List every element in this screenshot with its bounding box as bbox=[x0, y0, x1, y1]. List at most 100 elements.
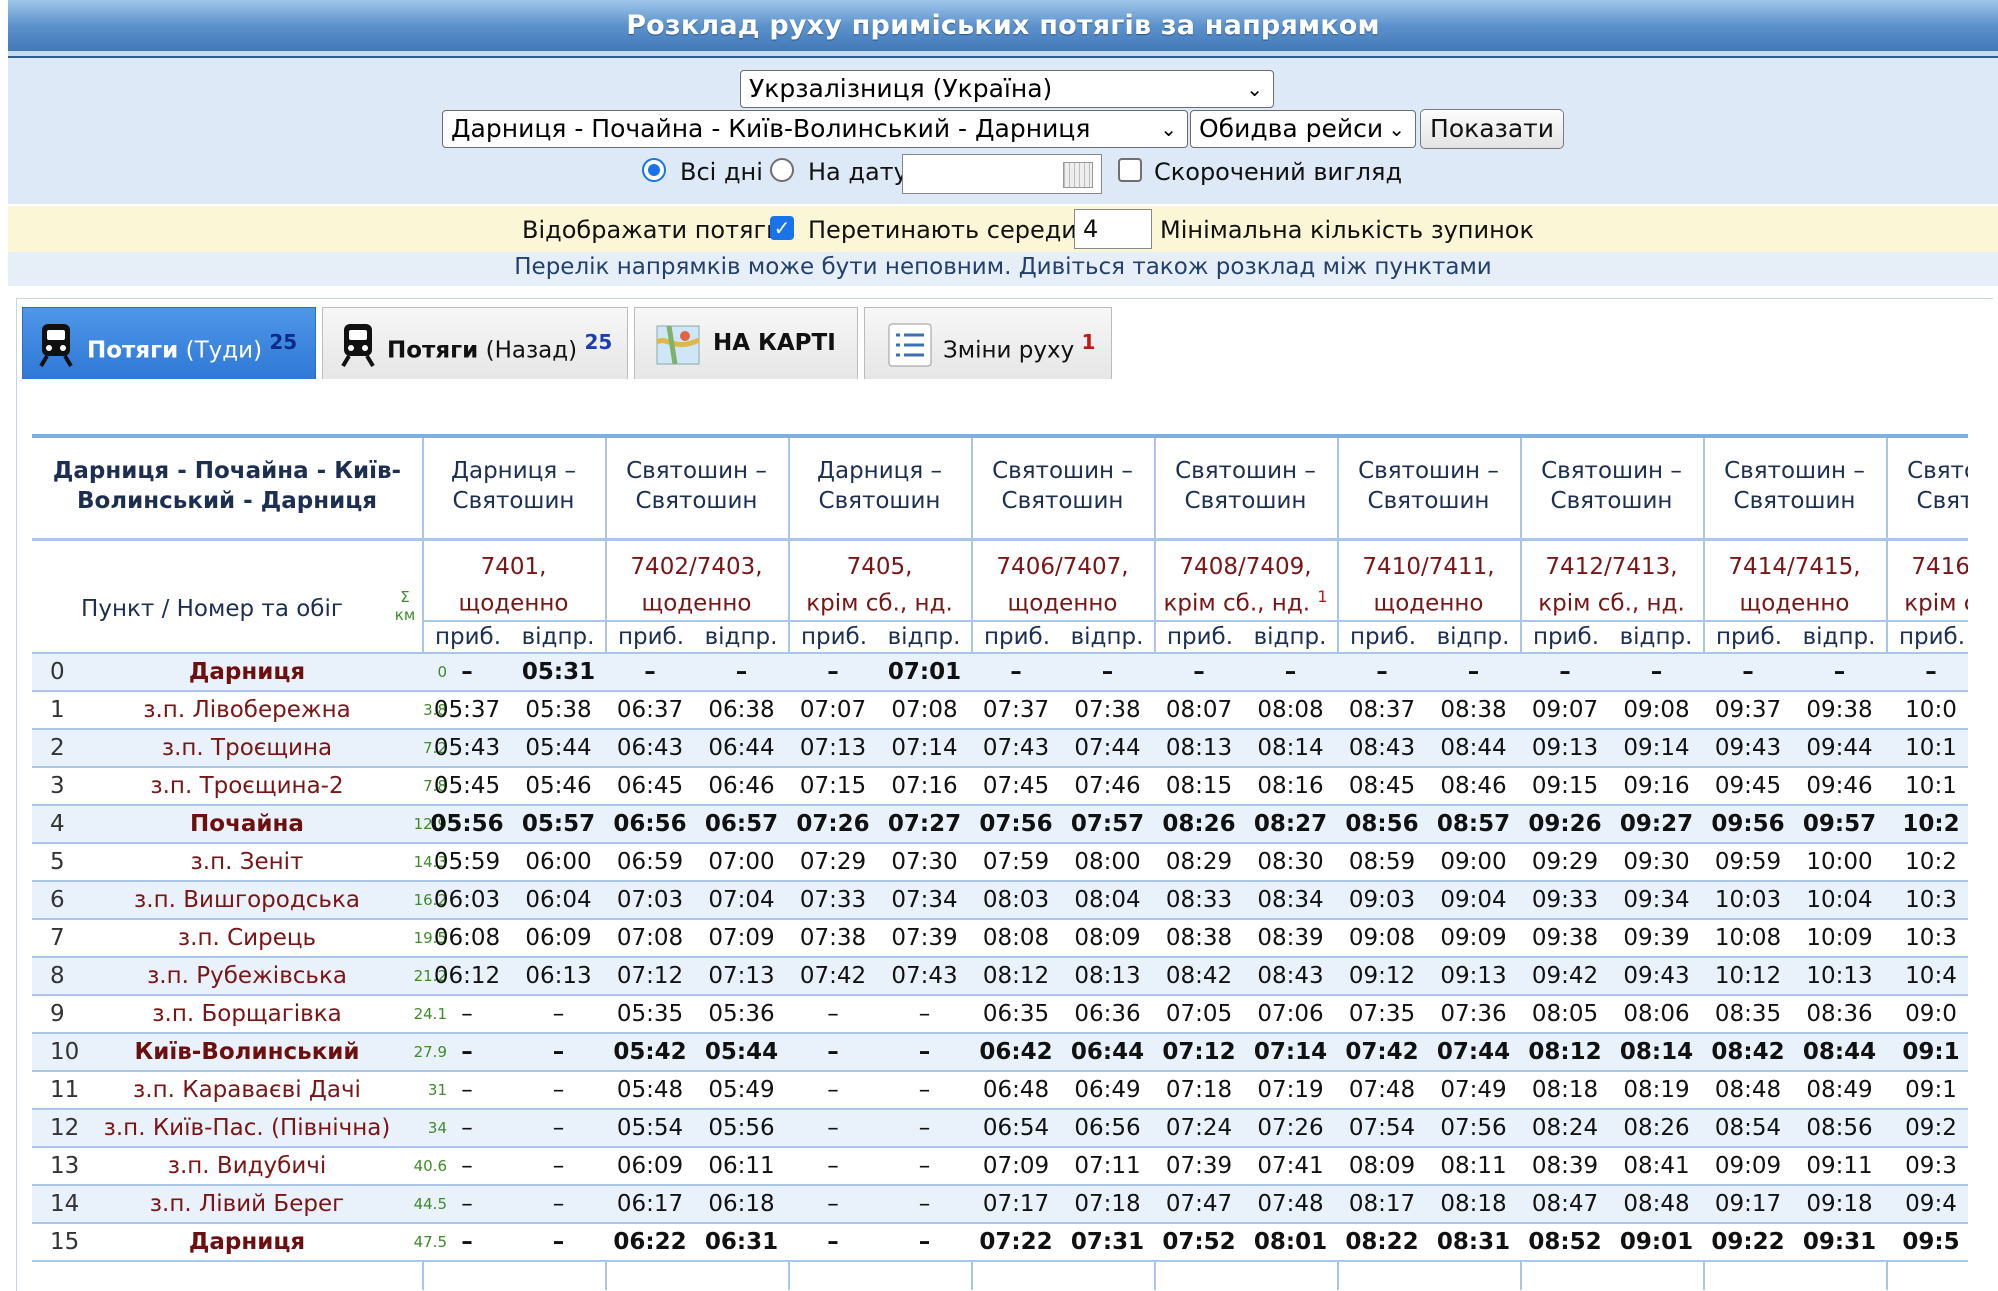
time-cell: 07:29 bbox=[799, 849, 867, 875]
time-cell: 05:56 bbox=[708, 1115, 775, 1141]
time-cell: 07:46 bbox=[1074, 773, 1141, 799]
station-name[interactable]: з.п. Лівий Берег bbox=[92, 1186, 402, 1222]
arrival-header: приб. bbox=[1715, 624, 1783, 650]
train-number[interactable]: 7401, щоденно bbox=[428, 552, 599, 619]
time-cell: – bbox=[552, 1001, 565, 1027]
time-cell: 08:46 bbox=[1440, 773, 1507, 799]
train-route[interactable]: Дарниця – Святошин bbox=[794, 456, 965, 516]
train-days: щоденно bbox=[1739, 590, 1850, 617]
train-days: крім сб., нд. bbox=[1904, 590, 1968, 617]
direction-select[interactable]: Обидва рейси ⌄ bbox=[1190, 110, 1416, 148]
row-index: 1 bbox=[50, 697, 65, 723]
time-cell: – bbox=[1376, 659, 1388, 685]
station-name[interactable]: з.п. Борщагівка bbox=[92, 996, 402, 1032]
table-row: 6 з.п. Вишгородська 16.2 06:03 06:04 07:03 07:… bbox=[32, 882, 1968, 920]
time-cell: 07:42 bbox=[1345, 1039, 1419, 1065]
train-number[interactable]: 7414/7415, щоденно bbox=[1709, 552, 1880, 619]
time-cell: 06:17 bbox=[616, 1191, 684, 1217]
station-name[interactable]: з.п. Рубежівська bbox=[92, 958, 402, 994]
notice-link[interactable]: Перелік напрямків може бути неповним. Ди… bbox=[8, 254, 1998, 280]
table-top-border bbox=[32, 434, 1968, 438]
tab-map[interactable]: НА КАРТІ bbox=[634, 307, 858, 379]
train-route[interactable]: Святошин – Святошин bbox=[977, 456, 1148, 516]
time-cell: 08:18 bbox=[1440, 1191, 1507, 1217]
date-input[interactable] bbox=[902, 154, 1102, 194]
time-cell: 07:24 bbox=[1165, 1115, 1233, 1141]
train-route[interactable]: Святошин – Святошин bbox=[1709, 456, 1880, 516]
station-name[interactable]: з.п. Троєщина-2 bbox=[92, 768, 402, 804]
station-name[interactable]: Дарниця bbox=[92, 1224, 402, 1260]
time-cell: 06:11 bbox=[708, 1153, 775, 1179]
row-index: 0 bbox=[50, 659, 65, 685]
all-days-radio[interactable] bbox=[642, 158, 666, 182]
tab-changes[interactable]: Зміни руху 1 bbox=[864, 307, 1112, 379]
station-name[interactable]: з.п. Київ-Пас. (Північна) bbox=[92, 1110, 402, 1146]
time-cell: 08:44 bbox=[1802, 1039, 1877, 1065]
time-cell: 07:18 bbox=[1074, 1191, 1141, 1217]
time-cell: 09:45 bbox=[1714, 773, 1782, 799]
train-route[interactable]: Святошин – Святошин bbox=[1526, 456, 1697, 516]
railway-select[interactable]: Укрзалізниця (Україна) ⌄ bbox=[740, 70, 1274, 108]
train-route[interactable]: Святошин – Святошин bbox=[1160, 456, 1331, 516]
time-cell: 09:39 bbox=[1623, 925, 1690, 951]
time-cell: – bbox=[827, 1115, 839, 1141]
time-cell: 06:37 bbox=[616, 697, 684, 723]
station-name[interactable]: з.п. Троєщина bbox=[92, 730, 402, 766]
time-cell: – bbox=[461, 1191, 473, 1217]
train-number-value: 7408/7409, bbox=[1179, 554, 1312, 580]
on-date-radio[interactable] bbox=[770, 158, 794, 182]
station-name[interactable]: з.п. Сирець bbox=[92, 920, 402, 956]
time-cell: 07:47 bbox=[1165, 1191, 1233, 1217]
page-title: Розклад руху приміських потягів за напря… bbox=[626, 10, 1380, 41]
train-number[interactable]: 7412/7413, крім сб., нд. bbox=[1526, 552, 1697, 619]
min-stops-input[interactable]: 4 bbox=[1074, 209, 1152, 249]
time-cell: 10:00 bbox=[1806, 849, 1873, 875]
train-number[interactable]: 7405, крім сб., нд. bbox=[794, 552, 965, 619]
time-cell: 07:09 bbox=[708, 925, 775, 951]
station-name[interactable]: з.п. Лівобережна bbox=[92, 692, 402, 728]
tab-trains-back[interactable]: Потяги (Назад) 25 bbox=[322, 307, 628, 379]
station-name[interactable]: з.п. Караваєві Дачі bbox=[92, 1072, 402, 1108]
station-name[interactable]: з.п. Зеніт bbox=[92, 844, 402, 880]
time-cell: 08:14 bbox=[1257, 735, 1324, 761]
time-cell: 08:38 bbox=[1165, 925, 1233, 951]
time-cell: 06:00 bbox=[525, 849, 592, 875]
time-cell: 07:16 bbox=[891, 773, 958, 799]
station-name[interactable]: з.п. Вишгородська bbox=[92, 882, 402, 918]
tab-trains-forward[interactable]: Потяги (Туди) 25 bbox=[22, 307, 316, 379]
arrival-header: приб. bbox=[617, 624, 685, 650]
time-cell: 05:46 bbox=[525, 773, 592, 799]
train-number[interactable]: 7408/7409, крім сб., нд. 1 bbox=[1160, 552, 1331, 619]
time-cell: 09:33 bbox=[1531, 887, 1599, 913]
calendar-icon[interactable] bbox=[1063, 162, 1093, 188]
train-route[interactable]: Святошин – Святошин bbox=[1892, 456, 1968, 516]
train-route[interactable]: Святошин – Святошин bbox=[611, 456, 782, 516]
table-row: 4 Почайна 12.9 05:56 05:57 06:56 06:57 07:26 07:… bbox=[32, 806, 1968, 844]
train-number[interactable]: 7410/7411, щоденно bbox=[1343, 552, 1514, 619]
train-route[interactable]: Святошин – Святошин bbox=[1343, 456, 1514, 516]
show-button[interactable]: Показати bbox=[1420, 109, 1564, 149]
station-name[interactable]: з.п. Видубичі bbox=[92, 1148, 402, 1184]
station-name[interactable]: Дарниця bbox=[92, 654, 402, 690]
time-cell: 08:08 bbox=[982, 925, 1050, 951]
station-name[interactable]: Почайна bbox=[92, 806, 402, 842]
direction-select-value: Обидва рейси bbox=[1199, 114, 1384, 143]
time-cell: 08:43 bbox=[1257, 963, 1324, 989]
train-number[interactable]: 7402/7403, щоденно bbox=[611, 552, 782, 619]
station-name[interactable]: Київ-Волинський bbox=[92, 1034, 402, 1070]
time-cell: 09:37 bbox=[1714, 697, 1782, 723]
time-cell: 08:01 bbox=[1253, 1229, 1328, 1255]
train-days: щоденно bbox=[641, 590, 752, 617]
cross-middle-checkbox[interactable]: ✓ bbox=[770, 216, 794, 240]
train-number[interactable]: 7406/7407, щоденно bbox=[977, 552, 1148, 619]
departure-header: відпр. bbox=[887, 624, 961, 650]
time-cell: 09:1 bbox=[1902, 1039, 1960, 1065]
train-route[interactable]: Дарниця – Святошин bbox=[428, 456, 599, 516]
short-view-checkbox[interactable] bbox=[1118, 158, 1142, 182]
route-select[interactable]: Дарниця - Почайна - Київ-Волинський - Да… bbox=[442, 110, 1188, 148]
time-cell: 05:31 bbox=[521, 659, 596, 685]
time-cell: 08:39 bbox=[1531, 1153, 1599, 1179]
time-cell: 05:38 bbox=[525, 697, 592, 723]
train-number[interactable]: 7416/7417, крім сб., нд. bbox=[1892, 552, 1968, 619]
time-cell: 05:35 bbox=[616, 1001, 684, 1027]
